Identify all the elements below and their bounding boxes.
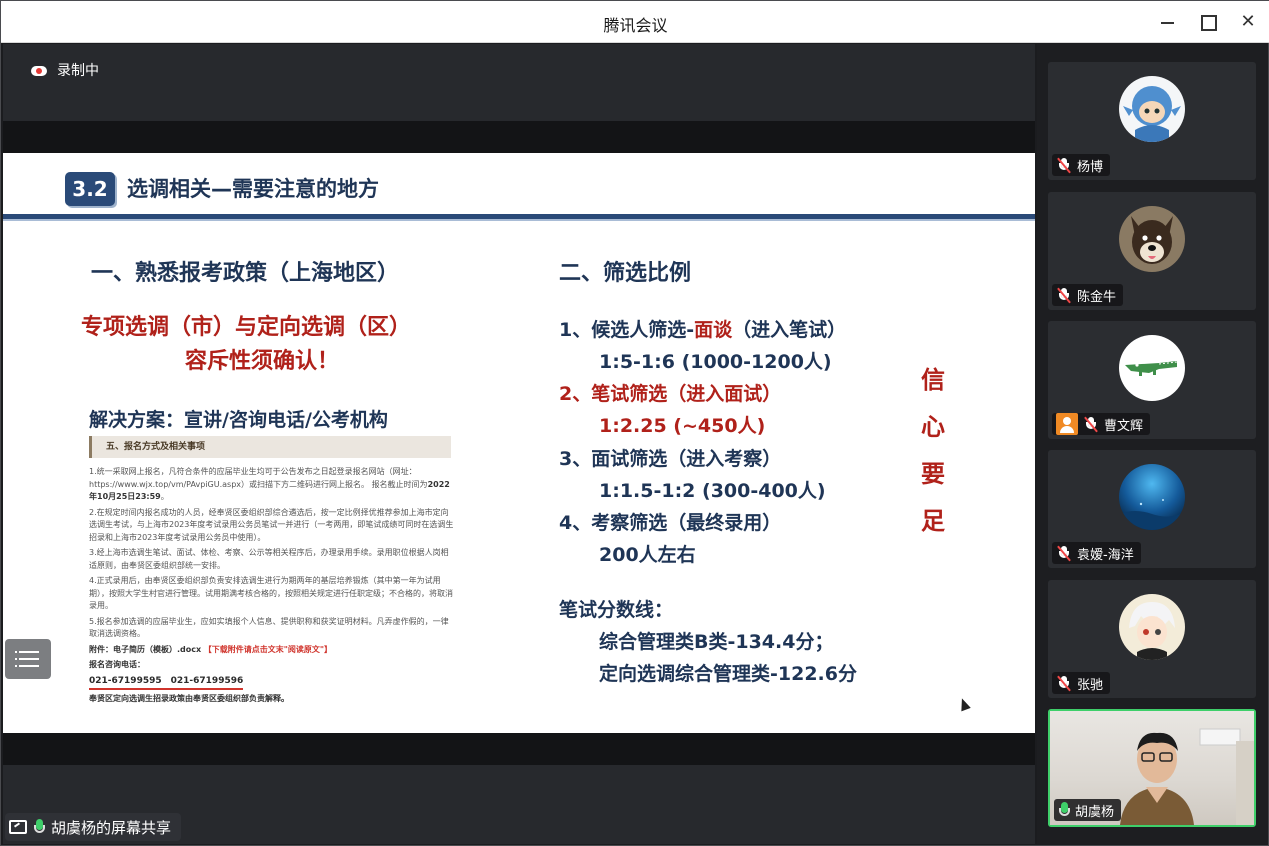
microphone-on-icon — [33, 819, 45, 835]
left-red-line-2: 容斥性须确认！ — [185, 349, 340, 374]
slide-menu-button[interactable] — [5, 639, 51, 679]
screen-share-icon — [9, 820, 27, 834]
policy-excerpt: 五、报名方式及相关事项 1.统一采取网上报名，凡符合条件的应届毕业生均可于公告发… — [89, 436, 455, 711]
slide-number-badge: 3.2 — [65, 172, 115, 206]
step-1-line: 1、候选人筛选-面谈（进入笔试） — [559, 315, 846, 342]
score-line-2: 定向选调综合管理类-122.6分 — [599, 663, 857, 685]
excerpt-paragraph-4: 4.正式录用后，由奉贤区委组织部负责安排选调生进行为期两年的基层培养锻炼（其中第… — [89, 576, 453, 610]
excerpt-phones-row: 021-67199595 021-67199596 — [89, 675, 455, 690]
slogan-char-4: 足 — [921, 507, 945, 535]
step-1-suffix: （进入笔试） — [732, 319, 847, 341]
microphone-muted-icon — [1056, 675, 1072, 692]
maximize-button[interactable] — [1196, 10, 1220, 34]
participant-tile[interactable]: 曹文辉 — [1048, 321, 1256, 439]
ocean-avatar — [1119, 464, 1185, 530]
slogan-char-1: 信 — [921, 366, 945, 394]
excerpt-paragraph-2: 2.在规定时间内报名成功的人员，经奉贤区委组织部综合遴选后，按一定比例择优推荐参… — [89, 507, 454, 542]
excerpt-paragraph-1: 1.统一采取网上报名，凡符合条件的应届毕业生均可于公告发布之日起登录报名网站（网… — [89, 466, 455, 504]
slide-letterbox-bottom — [3, 733, 1035, 765]
slide-title: 选调相关—需要注意的地方 — [127, 177, 379, 201]
slogan-char-3: 要 — [921, 460, 945, 488]
step-4-line: 4、考察筛选（最终录用） — [559, 512, 782, 534]
excerpt-deadline-prefix: 报名截止时间为 — [371, 479, 428, 489]
excerpt-phone-label: 报名咨询电话： — [89, 660, 145, 669]
participant-name: 杨博 — [1077, 159, 1104, 175]
participant-namebar: 杨博 — [1052, 154, 1111, 176]
step-1-detail: 1:5-1:6 (1000-1200人) — [599, 351, 832, 373]
participant-namebar: 陈金牛 — [1052, 284, 1124, 306]
slide-letterbox-top — [3, 121, 1035, 153]
window-title: 腾讯会议 — [603, 16, 668, 35]
excerpt-paragraph-5: 5.报名参加选调的应届毕业生，应如实填报个人信息、提供职称和获奖证明材料。凡弄虚… — [89, 616, 449, 639]
participant-namebar: 张驰 — [1052, 672, 1111, 694]
step-4-detail: 200人左右 — [599, 544, 696, 566]
excerpt-paragraph-3: 3.经上海市选调生笔试、面试、体检、考察、公示等相关程序后，办理录用手续。录用职… — [89, 548, 449, 570]
participant-panel: 杨博 陈金牛 曹文辉 袁嫒-海洋 张驰 胡虞杨 — [1037, 44, 1268, 844]
step-1-highlight: 面谈 — [694, 319, 733, 341]
participant-namebar: 曹文辉 — [1052, 413, 1151, 435]
participant-tile[interactable]: 杨博 — [1048, 62, 1256, 180]
recording-label: 录制中 — [57, 63, 99, 79]
participant-name: 张驰 — [1077, 677, 1104, 693]
participant-name: 胡虞杨 — [1075, 804, 1115, 820]
participant-tile[interactable]: 袁嫒-海洋 — [1048, 450, 1256, 568]
close-button[interactable]: ✕ — [1236, 10, 1260, 34]
microphone-muted-icon — [1083, 416, 1099, 433]
right-section-title: 二、筛选比例 — [559, 261, 692, 286]
microphone-muted-icon — [1056, 545, 1072, 562]
cloud-record-icon — [29, 63, 49, 77]
vertical-slogan: 信 心 要 足 — [918, 357, 948, 545]
left-red-line-1: 专项选调（市）与定向选调（区） — [81, 315, 412, 340]
microphone-muted-icon — [1056, 287, 1072, 304]
participant-tile[interactable]: 张驰 — [1048, 580, 1256, 698]
crocodile-avatar — [1119, 335, 1185, 401]
participant-tile[interactable]: 陈金牛 — [1048, 192, 1256, 310]
slogan-char-2: 心 — [921, 413, 945, 441]
microphone-on-icon — [1058, 802, 1070, 818]
minimize-button[interactable] — [1156, 10, 1180, 34]
step-3-detail: 1:1.5-1:2 (300-400人) — [599, 480, 826, 502]
screen-share-label[interactable]: 胡虞杨的屏幕共享 — [5, 813, 182, 841]
participant-namebar: 袁嫒-海洋 — [1052, 542, 1141, 564]
score-line-1: 综合管理类B类-134.4分； — [599, 631, 834, 653]
participant-namebar: 胡虞杨 — [1054, 799, 1122, 821]
step-2-detail: 1:2.25 (~450人) — [599, 415, 766, 437]
score-title: 笔试分数线： — [559, 599, 674, 621]
step-3-line: 3、面试筛选（进入考察） — [559, 448, 782, 470]
solution-text: 解决方案：宣讲/咨询电话/公考机构 — [89, 409, 388, 431]
participant-tile-active[interactable]: 胡虞杨 — [1048, 709, 1256, 827]
recording-indicator[interactable]: 录制中 — [29, 59, 99, 81]
excerpt-footer: 奉贤区定向选调生招录政策由奉贤区委组织部负责解释。 — [89, 694, 289, 703]
attachment-name: 附件：电子简历（模板）.docx — [89, 644, 202, 654]
excerpt-p1-text: 1.统一采取网上报名，凡符合条件的应届毕业生均可于公告发布之日起登录报名网站（网… — [89, 467, 417, 489]
shiba-dog-avatar — [1119, 206, 1185, 272]
title-divider-accent — [3, 219, 1035, 221]
excerpt-attachment: 附件：电子简历（模板）.docx 【下载附件请点击文末"阅读原文"】 — [89, 644, 455, 657]
participant-name: 陈金牛 — [1077, 289, 1117, 305]
step-1-prefix: 1、候选人筛选- — [559, 319, 695, 341]
cartoon-shark-avatar — [1119, 76, 1185, 142]
step-2-line: 2、笔试筛选（进入面试） — [559, 383, 782, 405]
participant-name: 袁嫒-海洋 — [1077, 547, 1134, 563]
title-bar: 腾讯会议 ✕ — [1, 1, 1269, 43]
left-section-title: 一、熟悉报考政策（上海地区） — [91, 261, 400, 286]
excerpt-deadline-suffix: 。 — [160, 492, 169, 501]
sharer-name: 胡虞杨的屏幕共享 — [51, 818, 172, 837]
excerpt-phones: 021-67199595 021-67199596 — [89, 675, 244, 690]
anime-boy-avatar — [1119, 594, 1185, 660]
microphone-muted-icon — [1056, 157, 1072, 174]
host-person-icon — [1056, 413, 1078, 435]
meeting-window: 腾讯会议 ✕ 录制中 3.2 选调相关—需要注意的地方 一、熟悉报考政策（上海地… — [0, 0, 1269, 846]
participant-name: 曹文辉 — [1104, 418, 1144, 434]
attachment-note: 【下载附件请点击文末"阅读原文"】 — [203, 644, 333, 654]
shared-slide: 3.2 选调相关—需要注意的地方 一、熟悉报考政策（上海地区） 专项选调（市）与… — [3, 153, 1035, 733]
excerpt-header: 五、报名方式及相关事项 — [89, 436, 451, 458]
